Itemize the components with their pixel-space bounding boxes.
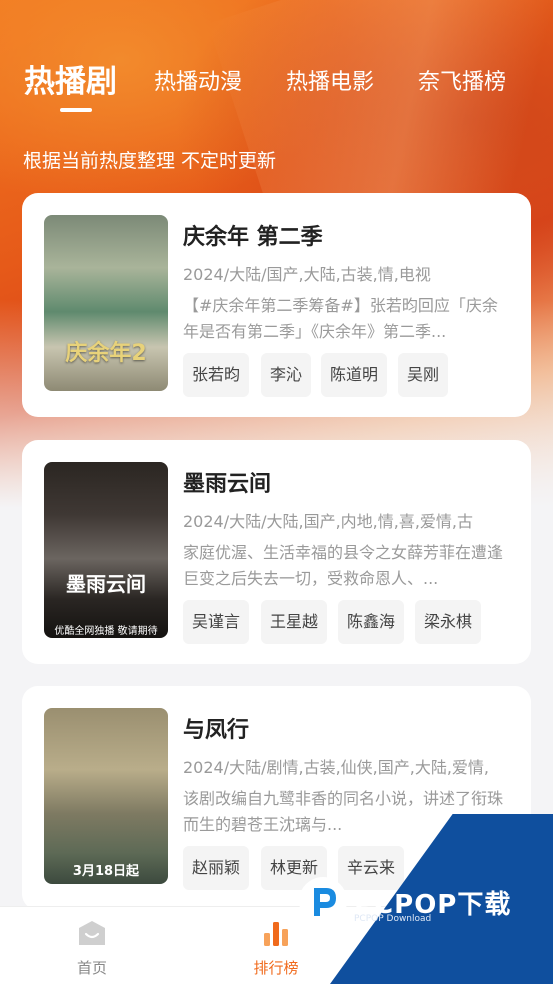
cast-tag[interactable]: 吴刚 xyxy=(398,353,449,397)
tab-hot-anime[interactable]: 热播动漫 xyxy=(154,64,242,96)
watermark-logo-icon xyxy=(299,877,347,925)
cast-tag[interactable]: 梁永棋 xyxy=(415,600,482,644)
drama-meta: 2024/大陆/剧情,古装,仙侠,国产,大陆,爱情, xyxy=(183,758,490,777)
drama-description: 家庭优渥、生活幸福的县令之女薛芳菲在遭逢巨变之后失去一切，受救命恩人、... xyxy=(183,543,504,588)
drama-card[interactable]: 庆余年2 庆余年 第二季 2024/大陆/国产,大陆,古装,情,电视 【#庆余年… xyxy=(22,193,531,417)
category-tabs: 热播剧 热播动漫 热播电影 奈飞播榜 xyxy=(0,52,553,122)
nav-label: 首页 xyxy=(76,959,107,977)
tab-hot-drama[interactable]: 热播剧 xyxy=(24,56,117,101)
poster-title: 庆余年2 xyxy=(65,341,147,366)
tab-hot-movie[interactable]: 热播电影 xyxy=(286,64,374,96)
cast-tag[interactable]: 陈道明 xyxy=(321,353,388,397)
poster-image: 庆余年2 xyxy=(44,215,168,391)
active-tab-indicator xyxy=(60,108,92,112)
drama-title: 墨雨云间 xyxy=(183,472,272,497)
poster-title: 3月18日起 xyxy=(72,864,140,879)
nav-home[interactable]: 首页 xyxy=(32,907,152,984)
poster-image: 墨雨云间 优酷全网独播 敬请期待 xyxy=(44,462,168,638)
home-icon xyxy=(79,921,105,945)
cast-tag[interactable]: 赵丽颖 xyxy=(183,846,250,890)
cast-tag[interactable]: 吴谨言 xyxy=(183,600,250,644)
drama-title: 庆余年 第二季 xyxy=(183,225,323,250)
cast-tag[interactable]: 李沁 xyxy=(261,353,312,397)
page-subtitle: 根据当前热度整理 不定时更新 xyxy=(23,150,277,172)
nav-label: 排行榜 xyxy=(253,959,299,977)
drama-meta: 2024/大陆/大陆,国产,内地,情,喜,爱情,古 xyxy=(183,512,474,531)
drama-meta: 2024/大陆/国产,大陆,古装,情,电视 xyxy=(183,265,431,284)
cast-tag[interactable]: 陈鑫海 xyxy=(338,600,405,644)
cast-tag[interactable]: 张若昀 xyxy=(183,353,250,397)
tab-netflix-chart[interactable]: 奈飞播榜 xyxy=(418,64,506,96)
cast-tag[interactable]: 王星越 xyxy=(261,600,328,644)
drama-card[interactable]: 墨雨云间 优酷全网独播 敬请期待 墨雨云间 2024/大陆/大陆,国产,内地,情… xyxy=(22,440,531,664)
watermark-subtext: PCPOP Download xyxy=(354,914,432,924)
poster-subtitle: 优酷全网独播 敬请期待 xyxy=(54,626,158,637)
poster-image: 3月18日起 xyxy=(44,708,168,884)
poster-title: 墨雨云间 xyxy=(66,572,146,596)
drama-title: 与凤行 xyxy=(183,718,250,743)
drama-description: 【#庆余年第二季筹备#】张若昀回应「庆余年是否有第二季」《庆余年》第二季... xyxy=(183,296,498,341)
bar-chart-icon xyxy=(264,922,288,946)
